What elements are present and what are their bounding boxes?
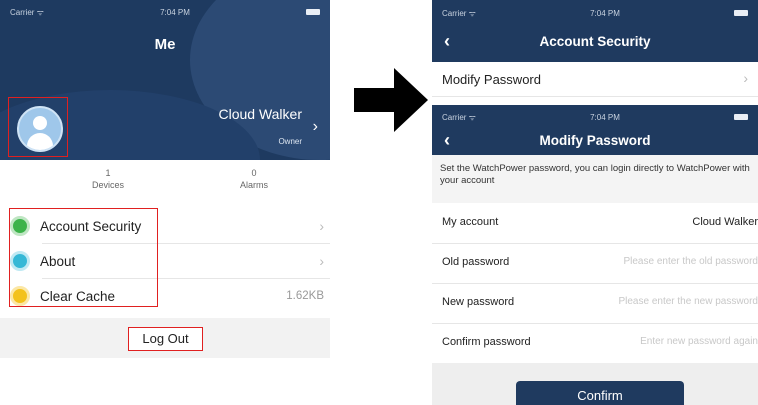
carrier-label: Carrier ᯤ xyxy=(10,7,44,17)
chevron-right-icon: › xyxy=(319,218,324,234)
user-role: Owner xyxy=(278,137,302,146)
confirm-password-input[interactable]: Enter new password again xyxy=(640,336,758,347)
status-bar: Carrier ᯤ 7:04 PM xyxy=(432,110,758,124)
profile-header: Carrier ᯤ 7:04 PM Me Cloud Walker Owner … xyxy=(0,0,330,160)
me-screen: Carrier ᯤ 7:04 PM Me Cloud Walker Owner … xyxy=(0,0,330,358)
new-password-field[interactable]: New password Please enter the new passwo… xyxy=(432,283,758,324)
user-icon-body xyxy=(27,133,53,150)
alarms-label: Alarms xyxy=(239,180,268,190)
page-title: Me xyxy=(154,36,176,53)
chevron-right-icon: › xyxy=(743,70,748,86)
old-password-input[interactable]: Please enter the old password xyxy=(623,256,758,267)
avatar[interactable] xyxy=(17,106,63,152)
status-time: 7:04 PM xyxy=(590,112,620,122)
modify-password-screen: Carrier ᯤ 7:04 PM ‹ Modify Password Set … xyxy=(432,105,758,405)
alarms-stat[interactable]: 0 Alarms xyxy=(194,168,314,190)
devices-label: Devices xyxy=(91,180,124,190)
modify-password-label: Modify Password xyxy=(442,72,541,87)
confirm-password-field[interactable]: Confirm password Enter new password agai… xyxy=(432,323,758,364)
field-label: New password xyxy=(442,296,515,308)
devices-count: 1 xyxy=(105,168,111,178)
account-field: My account Cloud Walker xyxy=(432,203,758,244)
old-password-field[interactable]: Old password Please enter the old passwo… xyxy=(432,243,758,284)
field-label: Confirm password xyxy=(442,336,531,348)
carrier-label: Carrier ᯤ xyxy=(442,112,476,122)
account-value: Cloud Walker xyxy=(692,216,758,228)
battery-icon xyxy=(734,10,748,16)
field-label: My account xyxy=(442,216,499,228)
status-bar: Carrier ᯤ 7:04 PM xyxy=(432,6,758,20)
nav-bar: Carrier ᯤ 7:04 PM ‹ Modify Password xyxy=(432,105,758,155)
cache-size: 1.62KB xyxy=(286,290,324,302)
status-time: 7:04 PM xyxy=(160,7,190,17)
user-name: Cloud Walker xyxy=(218,106,302,122)
password-notice: Set the WatchPower password, you can log… xyxy=(432,155,758,203)
user-icon xyxy=(33,116,47,130)
battery-icon xyxy=(306,9,320,15)
menu-highlight xyxy=(9,208,158,307)
chevron-right-icon: › xyxy=(319,253,324,269)
logout-button[interactable]: Log Out xyxy=(128,327,203,351)
alarms-count: 0 xyxy=(251,168,257,178)
status-time: 7:04 PM xyxy=(590,8,620,18)
battery-icon xyxy=(734,114,748,120)
modify-password-row[interactable]: Modify Password › xyxy=(432,62,758,97)
nav-bar: Carrier ᯤ 7:04 PM ‹ Account Security xyxy=(432,0,758,62)
account-security-screen: Carrier ᯤ 7:04 PM ‹ Account Security Mod… xyxy=(432,0,758,105)
field-label: Old password xyxy=(442,256,510,268)
new-password-input[interactable]: Please enter the new password xyxy=(618,296,758,307)
status-bar: Carrier ᯤ 7:04 PM xyxy=(0,5,330,19)
avatar-highlight xyxy=(8,97,68,157)
page-title: Modify Password xyxy=(539,133,651,148)
devices-stat[interactable]: 1 Devices xyxy=(48,168,168,190)
page-title: Account Security xyxy=(539,34,651,49)
arrow-right-icon xyxy=(354,68,428,132)
carrier-label: Carrier ᯤ xyxy=(442,8,476,18)
chevron-right-icon[interactable]: › xyxy=(313,118,318,136)
confirm-button[interactable]: Confirm xyxy=(516,381,684,405)
